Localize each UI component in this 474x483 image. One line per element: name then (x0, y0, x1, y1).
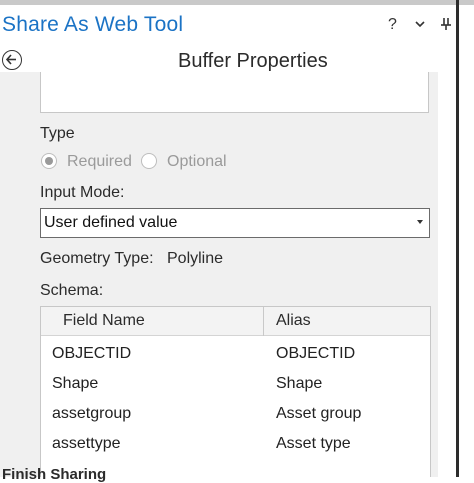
type-label: Type (40, 125, 75, 142)
geometry-type-label: Geometry Type: (40, 250, 154, 267)
radio-selected-dot (45, 157, 53, 165)
table-row-alias[interactable]: Shape (276, 375, 322, 393)
table-row-field[interactable]: OBJECTID (52, 345, 131, 363)
table-row-alias[interactable]: OBJECTID (276, 345, 355, 363)
table-row-field[interactable]: Shape (52, 375, 98, 393)
optional-radio[interactable] (141, 153, 157, 169)
optional-radio-label: Optional (167, 153, 227, 170)
table-row-field[interactable]: assettype (52, 435, 120, 453)
geometry-type-value: Polyline (167, 250, 224, 267)
column-header-alias[interactable]: Alias (276, 312, 311, 330)
help-icon[interactable]: ? (388, 16, 397, 34)
table-header: Field Name Alias (41, 307, 430, 336)
pane-title: Share As Web Tool (2, 13, 184, 36)
table-row-alias[interactable]: Asset group (276, 405, 361, 423)
description-textarea[interactable] (40, 72, 429, 113)
pin-icon[interactable] (440, 17, 452, 36)
schema-table: Field Name Alias OBJECTID OBJECTID Shape… (40, 306, 431, 477)
input-mode-value: User defined value (44, 214, 178, 231)
back-arrow-icon (5, 54, 16, 65)
properties-panel: Type Required Optional Input Mode: User … (0, 72, 438, 477)
dropdown-caret-icon (417, 220, 423, 224)
pane-edge (456, 0, 459, 477)
table-row-alias[interactable]: Asset type (276, 435, 351, 453)
back-button[interactable] (2, 50, 22, 70)
required-radio-label: Required (67, 153, 132, 170)
finish-sharing-heading: Finish Sharing (2, 466, 107, 483)
input-mode-label: Input Mode: (40, 184, 125, 201)
page-title: Buffer Properties (178, 50, 328, 72)
required-radio[interactable] (41, 153, 57, 169)
schema-label: Schema: (40, 282, 104, 299)
table-row-field[interactable]: assetgroup (52, 405, 131, 423)
menu-chevron-icon[interactable] (414, 17, 426, 35)
column-divider[interactable] (263, 307, 264, 336)
column-header-field-name[interactable]: Field Name (63, 312, 145, 330)
top-border (0, 0, 474, 5)
input-mode-dropdown[interactable]: User defined value (40, 208, 430, 238)
